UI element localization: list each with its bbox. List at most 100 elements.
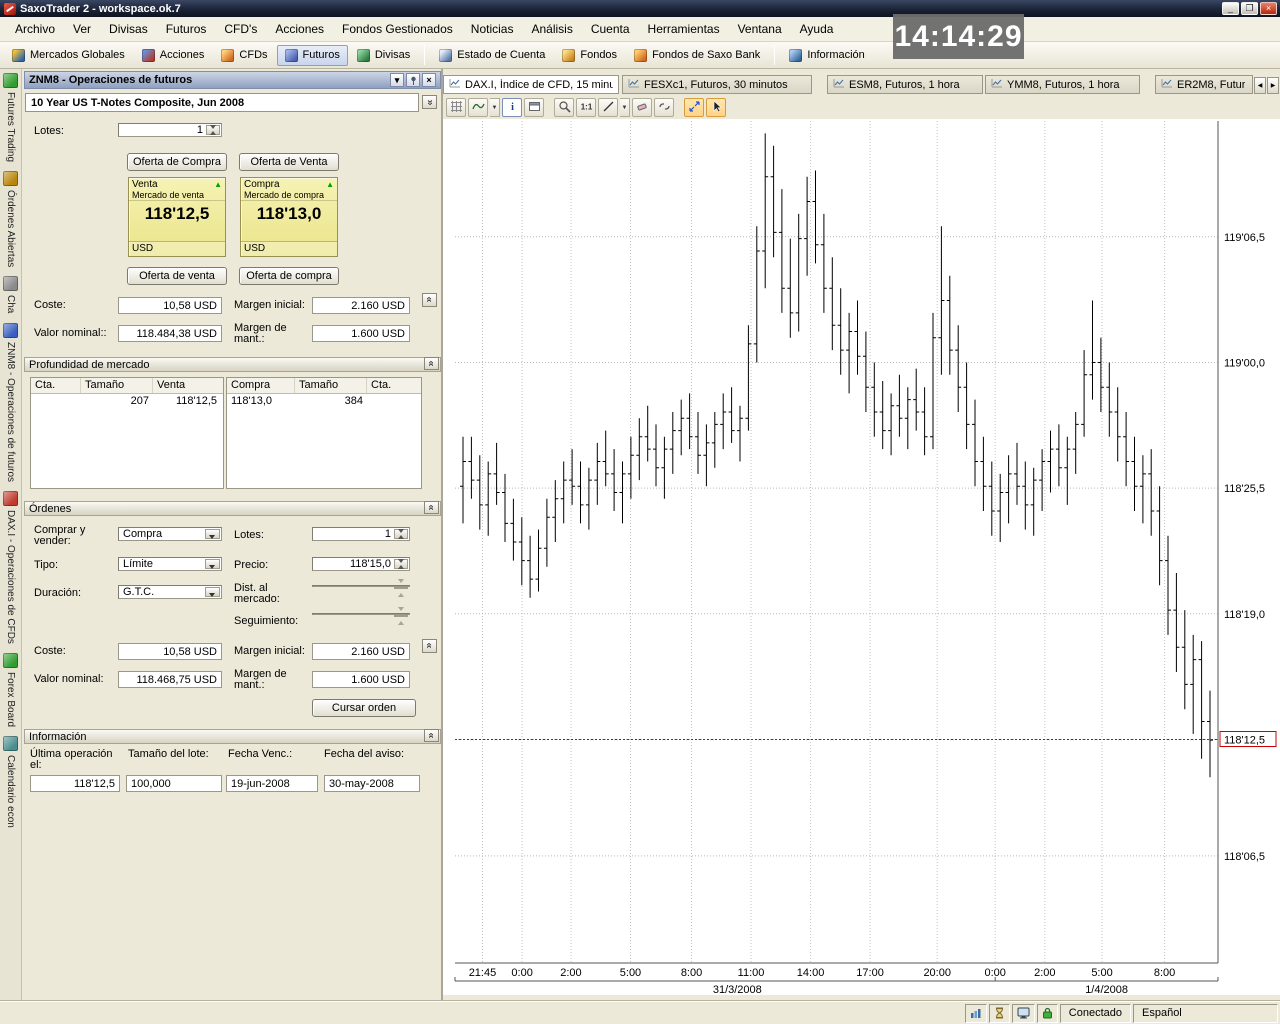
scroll-left-icon[interactable]: ◀ [1254,77,1266,94]
menu-analisis[interactable]: Análisis [522,17,581,42]
column-header[interactable]: Compra [227,378,295,393]
chevron-down-icon[interactable] [205,587,220,597]
menu-cuenta[interactable]: Cuenta [582,17,639,42]
chart-toolbar-info-button[interactable]: i [502,98,522,117]
panel-close-button[interactable]: × [422,73,436,87]
menu-ventana[interactable]: Ventana [729,17,791,42]
trade-collapse-button[interactable]: » [422,293,437,307]
column-header[interactable]: Cta. [31,378,81,393]
sell-market-button[interactable]: Venta▲ Mercado de venta 118'12,5 USD [128,177,226,257]
column-header[interactable]: Tamaño [81,378,153,393]
chart-toolbar-one-to-one-button[interactable]: 1:1 [576,98,596,117]
monitor-icon[interactable] [1012,1004,1035,1023]
chart-toolbar-dock-button[interactable] [524,98,544,117]
panel-titlebar[interactable]: ZNM8 - Operaciones de futuros ▾ × [24,71,441,89]
order-price-input[interactable]: 118'15,0 [312,557,410,571]
toolbar-cfds[interactable]: CFDs [213,45,275,66]
chart-tab-icon [449,78,461,91]
toolbar-estado-de-cuenta[interactable]: Estado de Cuenta [431,45,553,66]
menu-ayuda[interactable]: Ayuda [791,17,843,42]
duration-select[interactable]: G.T.C. [118,585,222,599]
menu-cfd-s[interactable]: CFD's [215,17,266,42]
toolbar-fondos[interactable]: Fondos [554,45,625,66]
chevron-down-icon[interactable]: ▼ [620,98,630,117]
chart-toolbar-zoom-button[interactable] [554,98,574,117]
language-indicator[interactable]: Español [1133,1004,1278,1023]
dock-tab-dax-i-operaciones-de-cfds[interactable]: DAX.I - Operaciones de CFDs [3,491,18,644]
dock-tab-ordenes-abiertas[interactable]: Órdenes Abiertas [3,171,18,267]
dock-tab-forex-board[interactable]: Forex Board [3,653,18,727]
lots-spinner[interactable] [206,125,220,135]
chart-toolbar-pointer-button[interactable] [706,98,726,117]
collapse-button[interactable]: » [424,729,439,742]
chart-tab-esm8-futuros-1-hora[interactable]: ESM8, Futuros, 1 hora [827,75,983,94]
chevron-down-icon[interactable] [205,529,220,539]
chart-toolbar-line-tool-button[interactable] [598,98,618,117]
table-row[interactable]: 118'13,0 384 [227,394,421,410]
dock-tab-futures-trading[interactable]: Futures Trading [3,73,18,162]
dock-tab-znm8-operaciones-de-futuros[interactable]: ZNM8 - Operaciones de futuros [3,323,18,482]
toolbar-informacion[interactable]: Información [781,45,872,66]
order-lots-spinner[interactable] [394,529,408,539]
menu-acciones[interactable]: Acciones [266,17,333,42]
chart-canvas[interactable]: 119'06,5119'00,0118'25,5118'19,0118'12,5… [443,119,1280,995]
panel-pin-button[interactable] [406,73,420,87]
buy-offer-button[interactable]: Oferta de compra [239,267,339,285]
menu-herramientas[interactable]: Herramientas [639,17,729,42]
market-depth-section-header[interactable]: Profundidad de mercado » [24,357,441,372]
minimize-button[interactable]: _ [1222,2,1239,15]
toolbar-mercados-globales[interactable]: Mercados Globales [4,45,133,66]
close-button[interactable]: × [1260,2,1277,15]
chart-toolbar-fit-button[interactable] [684,98,704,117]
column-header[interactable]: Tamaño [295,378,367,393]
ask-offer-button[interactable]: Oferta de Venta [239,153,339,171]
table-row[interactable]: 207 118'12,5 [31,394,223,410]
order-type-select[interactable]: Límite [118,557,222,571]
table-header: Cta. Tamaño Venta [31,378,223,394]
collapse-button[interactable]: » [424,501,439,514]
chart-toolbar-grid-button[interactable] [446,98,466,117]
chart-tab-ymm8-futuros-1-hora[interactable]: YMM8, Futuros, 1 hora [985,75,1140,94]
toolbar-acciones[interactable]: Acciones [134,45,213,66]
chart-toolbar-indicators-button[interactable] [468,98,488,117]
window-titlebar[interactable]: SaxoTrader 2 - workspace.ok.7 _ ❐ × [0,0,1280,17]
maximize-button[interactable]: ❐ [1241,2,1258,15]
instrument-collapse-button[interactable]: » [422,95,437,109]
scroll-right-icon[interactable]: ▶ [1267,77,1279,94]
orders-section-header[interactable]: Órdenes » [24,501,441,516]
toolbar-futuros[interactable]: Futuros [277,45,348,66]
lots-input[interactable]: 1 [118,123,222,137]
menu-ver[interactable]: Ver [64,17,100,42]
chevron-down-icon[interactable]: ▼ [490,98,500,117]
bid-offer-button[interactable]: Oferta de Compra [127,153,227,171]
menu-noticias[interactable]: Noticias [462,17,523,42]
buy-market-button[interactable]: Compra▲ Mercado de compra 118'13,0 USD [240,177,338,257]
order-lots-input[interactable]: 1 [312,527,410,541]
toolbar-fondos-de-saxo-bank[interactable]: Fondos de Saxo Bank [626,45,768,66]
dock-tab-cha[interactable]: Cha [3,276,18,313]
menu-futuros[interactable]: Futuros [157,17,216,42]
submit-order-button[interactable]: Cursar orden [312,699,416,717]
column-header[interactable]: Venta [153,378,221,393]
collapse-button[interactable]: » [424,357,439,370]
toolbar-divisas[interactable]: Divisas [349,45,418,66]
chart-tab-fesxc1-futuros-30-minutos[interactable]: FESXc1, Futuros, 30 minutos [622,75,812,94]
chart-toolbar-link-chart-button[interactable] [654,98,674,117]
menu-divisas[interactable]: Divisas [100,17,157,42]
chart-toolbar-eraser-button[interactable] [632,98,652,117]
dock-tab-calendario-econ[interactable]: Calendario econ [3,736,18,828]
chart-tab-dax-i-indice-de-cfd-15-minutos[interactable]: DAX.I, Índice de CFD, 15 minutos [443,75,619,94]
panel-menu-button[interactable]: ▾ [390,73,404,87]
menu-fondos-gestionados[interactable]: Fondos Gestionados [333,17,462,42]
mini-chart-status-icon[interactable] [965,1004,987,1023]
orders-collapse-button[interactable]: » [422,639,437,653]
menu-archivo[interactable]: Archivo [6,17,64,42]
buy-sell-select[interactable]: Compra [118,527,222,541]
chevron-down-icon[interactable] [205,559,220,569]
order-price-spinner[interactable] [394,559,408,569]
sell-offer-button[interactable]: Oferta de venta [127,267,227,285]
information-section-header[interactable]: Información » [24,729,441,744]
price-chart[interactable]: 119'06,5119'00,0118'25,5118'19,0118'12,5… [443,119,1280,995]
chart-tab-er2m8-futur[interactable]: ER2M8, Futur [1155,75,1253,94]
column-header[interactable]: Cta. [367,378,419,393]
